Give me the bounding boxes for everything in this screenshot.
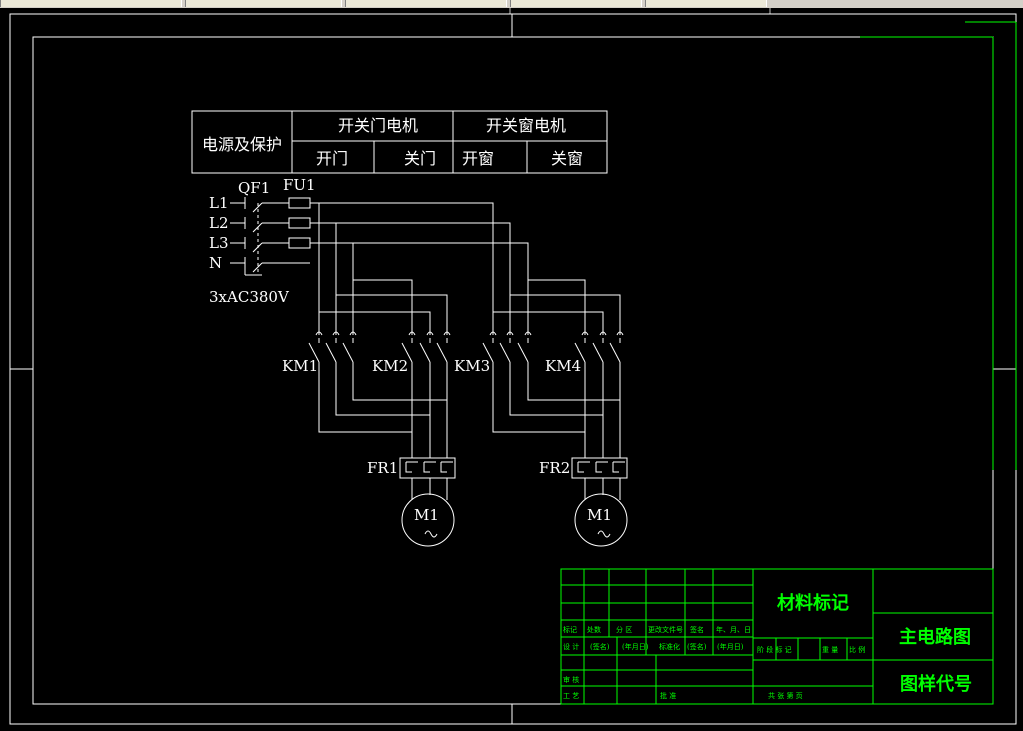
title-material-label: 材料标记 <box>777 592 849 614</box>
tb-standard: 标准化 <box>659 642 680 651</box>
tb-sheets: 共 张 第 页 <box>768 691 803 700</box>
title-drawing-name: 主电路图 <box>899 626 971 648</box>
km3-label: KM3 <box>454 357 490 375</box>
tb-date2: (年月日) <box>717 642 744 651</box>
phase-l2-label: L2 <box>209 214 229 232</box>
tb-weight: 重 量 <box>822 646 838 654</box>
toolbar-segment[interactable] <box>185 0 342 7</box>
tb-signname2: (签名) <box>687 642 707 651</box>
fr1-label: FR1 <box>367 459 398 477</box>
tb-stage: 阶 段 标 记 <box>757 645 792 654</box>
toolbar-segment[interactable] <box>0 0 182 7</box>
tb-mark: 标记 <box>563 625 577 634</box>
tb-docno: 更改文件号 <box>648 625 683 634</box>
tb-review: 审 核 <box>563 675 579 684</box>
title-drawing-code: 图样代号 <box>900 673 972 695</box>
header-close-window-label: 关窗 <box>551 149 583 168</box>
neutral-label: N <box>209 254 222 272</box>
toolbar-segment[interactable] <box>345 0 507 7</box>
breaker-label: QF1 <box>238 179 270 197</box>
km1-label: KM1 <box>282 357 318 375</box>
km4-label: KM4 <box>545 357 581 375</box>
toolbar-segment[interactable] <box>645 0 767 7</box>
tb-craft: 工 艺 <box>563 692 579 700</box>
phase-l3-label: L3 <box>209 234 229 252</box>
fr2-label: FR2 <box>539 459 570 477</box>
motor-1-label: M1 <box>414 506 439 524</box>
tb-design: 设 计 <box>563 642 579 651</box>
tb-zone: 分 区 <box>616 625 632 634</box>
header-power-label: 电源及保护 <box>202 135 282 154</box>
tb-ymd: 年、月、日 <box>716 625 751 634</box>
supply-voltage-label: 3xAC380V <box>209 288 290 306</box>
header-open-window-label: 开窗 <box>462 149 494 168</box>
tb-date: (年月日) <box>622 642 649 651</box>
motor-2-label: M1 <box>587 506 612 524</box>
km2-label: KM2 <box>372 357 408 375</box>
tb-signname: (签名) <box>590 642 610 651</box>
drawing-canvas[interactable]: 电源及保护 开关门电机 开关窗电机 开门 关门 开窗 关窗 QF1 FU1 L1… <box>0 8 1023 731</box>
fuse-label: FU1 <box>283 176 316 194</box>
header-window-motor-label: 开关窗电机 <box>486 116 566 135</box>
tb-approve: 批 准 <box>660 691 676 700</box>
tb-scale: 比 例 <box>849 645 865 654</box>
header-door-motor-label: 开关门电机 <box>338 116 418 135</box>
header-open-door-label: 开门 <box>316 149 348 168</box>
tb-sign: 签名 <box>690 625 704 634</box>
phase-l1-label: L1 <box>209 194 229 212</box>
tb-count: 处数 <box>587 625 601 634</box>
toolbar-segment[interactable] <box>510 0 642 7</box>
header-close-door-label: 关门 <box>404 149 436 168</box>
